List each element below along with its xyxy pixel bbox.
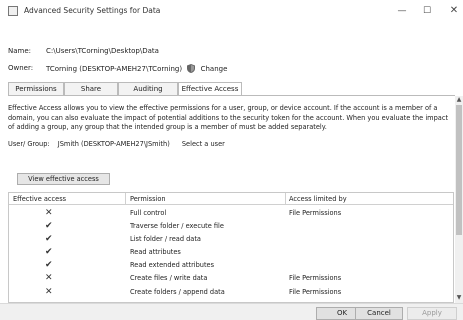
check-icon: ✔: [45, 247, 53, 257]
column-header-permission[interactable]: Permission: [130, 195, 166, 203]
window-title: Advanced Security Settings for Data: [24, 6, 161, 15]
close-button[interactable]: ✕: [447, 4, 461, 18]
access-limited-by: File Permissions: [289, 288, 342, 296]
window-icon: [8, 6, 18, 16]
permission-name: Full control: [130, 209, 167, 217]
dialog-footer: OK Cancel Apply: [0, 303, 463, 320]
view-effective-access-button[interactable]: View effective access: [17, 173, 110, 185]
user-group-row: User/ Group: JSmith (DESKTOP-AMEH27\JSmi…: [8, 140, 225, 148]
effective-access-grid: Effective access Permission Access limit…: [8, 192, 454, 303]
minimize-button[interactable]: —: [395, 4, 409, 18]
access-limited-by: File Permissions: [289, 209, 342, 217]
permission-name: List folder / read data: [130, 235, 201, 243]
grid-header: Effective access Permission Access limit…: [9, 193, 453, 205]
table-row[interactable]: ✔ Read extended attributes: [9, 259, 453, 272]
apply-button[interactable]: Apply: [407, 307, 457, 320]
column-header-access-limited-by[interactable]: Access limited by: [289, 195, 347, 203]
tab-permissions[interactable]: Permissions: [8, 82, 64, 95]
tab-share[interactable]: Share: [64, 82, 118, 95]
tab-effective-access[interactable]: Effective Access: [178, 82, 242, 96]
permission-name: Read attributes: [130, 248, 181, 256]
change-owner-link[interactable]: Change: [201, 65, 228, 73]
scroll-up-arrow-icon[interactable]: ▲: [455, 96, 463, 104]
vertical-scrollbar[interactable]: ▲ ▼: [455, 96, 463, 303]
x-icon: ✕: [45, 287, 53, 297]
column-divider[interactable]: [285, 193, 286, 205]
access-limited-by: File Permissions: [289, 274, 342, 282]
table-row[interactable]: ✕ Full control File Permissions: [9, 207, 453, 220]
table-row[interactable]: ✕ Create folders / append data File Perm…: [9, 286, 453, 299]
table-row[interactable]: ✔ Read attributes: [9, 246, 453, 259]
select-user-link[interactable]: Select a user: [182, 140, 225, 148]
shield-icon: [187, 64, 196, 75]
scroll-down-arrow-icon[interactable]: ▼: [455, 294, 463, 302]
column-divider[interactable]: [125, 193, 126, 205]
column-header-effective-access[interactable]: Effective access: [13, 195, 66, 203]
title-bar: Advanced Security Settings for Data — ☐ …: [0, 0, 463, 22]
check-icon: ✔: [45, 221, 53, 231]
maximize-button[interactable]: ☐: [420, 4, 434, 18]
owner-value: TCorning (DESKTOP-AMEH27\TCorning): [46, 65, 183, 73]
table-row[interactable]: ✕ Create files / write data File Permiss…: [9, 272, 453, 285]
tab-divider: [8, 95, 455, 96]
x-icon: ✕: [45, 273, 53, 283]
permission-name: Traverse folder / execute file: [130, 222, 224, 230]
user-group-label: User/ Group:: [8, 140, 50, 148]
tab-auditing[interactable]: Auditing: [118, 82, 178, 95]
cancel-button[interactable]: Cancel: [355, 307, 403, 320]
name-value: C:\Users\TCorning\Desktop\Data: [46, 47, 159, 55]
owner-value-group: TCorning (DESKTOP-AMEH27\TCorning) Chang…: [46, 64, 227, 75]
user-group-value: JSmith (DESKTOP-AMEH27\JSmith): [57, 140, 170, 148]
permission-name: Create folders / append data: [130, 288, 225, 296]
permission-name: Read extended attributes: [130, 261, 215, 269]
description-text: Effective Access allows you to view the …: [8, 104, 449, 131]
table-row[interactable]: ✔ Traverse folder / execute file: [9, 220, 453, 233]
x-icon: ✕: [45, 208, 53, 218]
table-row[interactable]: ✔ List folder / read data: [9, 233, 453, 246]
permission-name: Create files / write data: [130, 274, 208, 282]
scroll-thumb[interactable]: [456, 105, 462, 235]
check-icon: ✔: [45, 260, 53, 270]
check-icon: ✔: [45, 234, 53, 244]
